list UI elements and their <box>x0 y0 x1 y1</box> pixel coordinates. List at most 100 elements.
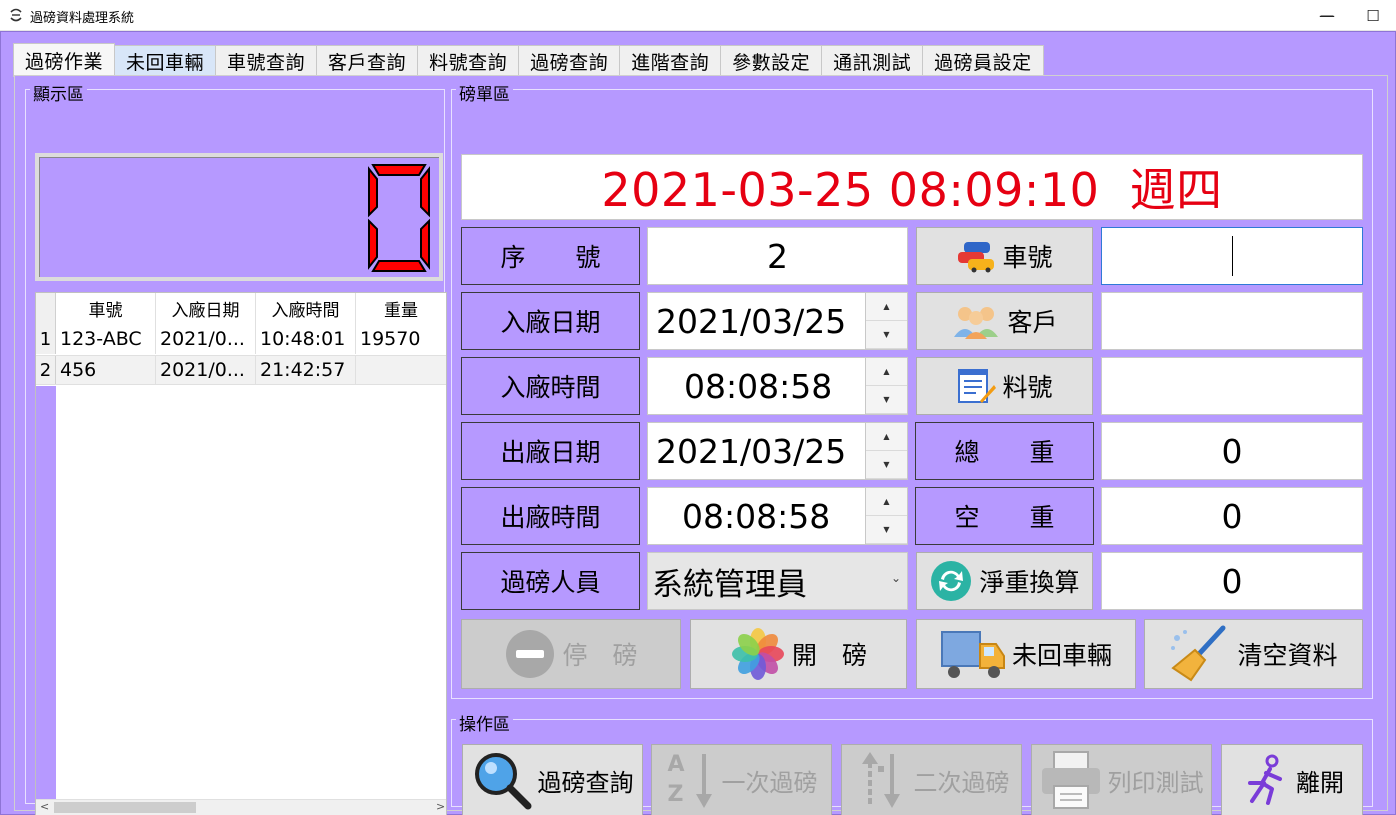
gross-weight-label: 總 重 <box>915 422 1094 480</box>
net-weight-button[interactable]: 淨重換算 <box>916 552 1093 610</box>
cars-icon <box>956 239 996 273</box>
tab-10[interactable]: 過磅員設定 <box>923 45 1044 77</box>
spin-up-icon[interactable]: ▲ <box>866 358 907 386</box>
window-title: 過磅資料處理系統 <box>30 11 135 26</box>
start-weigh-button[interactable]: 開 磅 <box>690 619 907 689</box>
in-date-picker[interactable]: 2021/03/25 ▲ ▼ <box>647 292 908 350</box>
col-plate[interactable]: 車號 <box>56 293 156 324</box>
operator-select[interactable]: 系統管理員 ⌄ <box>647 552 908 610</box>
spin-down-icon[interactable]: ▼ <box>866 386 907 414</box>
tab-5[interactable]: 料號查詢 <box>418 45 520 77</box>
search-icon <box>472 750 532 810</box>
print-test-label: 列印測試 <box>1107 768 1204 797</box>
exit-label: 離開 <box>1296 768 1344 797</box>
tab-6[interactable]: 過磅查詢 <box>519 45 621 77</box>
scroll-left-icon[interactable]: < <box>40 800 49 813</box>
material-input[interactable] <box>1101 357 1363 415</box>
customer-button-label: 客戶 <box>1007 308 1058 337</box>
operator-label: 過磅人員 <box>461 552 640 610</box>
cell-weight: 19570 <box>360 328 421 350</box>
display-area-label: 顯示區 <box>30 80 87 105</box>
app-icon <box>10 8 22 22</box>
seven-segment-digit <box>368 164 430 272</box>
grid-header: 車號 入廠日期 入廠時間 重量 <box>36 293 446 324</box>
chevron-down-icon[interactable]: ⌄ <box>891 571 901 585</box>
print-test-button[interactable]: 列印測試 <box>1031 744 1212 815</box>
unreturned-grid[interactable]: 車號 入廠日期 入廠時間 重量 1 123-ABC 2021/0... 10:4… <box>35 292 447 815</box>
first-weigh-button[interactable]: A Z 一次過磅 <box>651 744 832 815</box>
serial-field[interactable]: 2 <box>647 227 908 285</box>
sort-arrows-icon <box>854 750 908 810</box>
clear-data-button[interactable]: 清空資料 <box>1144 619 1363 689</box>
out-time-value: 08:08:58 <box>682 496 831 536</box>
list-edit-icon <box>956 367 997 405</box>
horizontal-scrollbar[interactable]: < > <box>36 799 446 815</box>
flower-icon <box>730 626 786 682</box>
truck-icon <box>940 626 1006 682</box>
stop-weigh-button[interactable]: 停 磅 <box>461 619 681 689</box>
spin-up-icon[interactable]: ▲ <box>866 423 907 451</box>
customers-icon <box>951 303 1001 339</box>
cell-plate: 123-ABC <box>56 324 156 354</box>
grid-corner <box>36 293 56 324</box>
out-time-spinner[interactable]: ▲ ▼ <box>865 488 907 544</box>
second-weigh-button[interactable]: 二次過磅 <box>841 744 1022 815</box>
weigh-query-button[interactable]: 過磅查詢 <box>462 744 643 815</box>
tare-weight-label: 空 重 <box>915 487 1094 545</box>
scroll-right-icon[interactable]: > <box>436 800 445 813</box>
refresh-icon <box>929 559 973 603</box>
cell-plate: 456 <box>56 356 156 384</box>
table-row[interactable]: 1 123-ABC 2021/0... 10:48:01 19570 <box>36 324 446 354</box>
title-bar: 過磅資料處理系統 — <box>0 0 1396 31</box>
cell-date: 2021/0... <box>156 324 256 354</box>
in-time-spinner[interactable]: ▲ ▼ <box>865 358 907 414</box>
weigh-query-label: 過磅查詢 <box>537 768 634 797</box>
tab-3[interactable]: 車號查詢 <box>216 45 318 77</box>
tab-2[interactable]: 未回車輛 <box>115 45 217 77</box>
az-top-text: A <box>667 752 685 777</box>
maximize-icon[interactable]: ☐ <box>1350 0 1396 31</box>
running-person-icon <box>1240 753 1290 807</box>
unreturned-vehicles-button[interactable]: 未回車輛 <box>916 619 1136 689</box>
plate-button[interactable]: 車號 <box>916 227 1093 285</box>
cell-date: 2021/0... <box>156 356 256 384</box>
first-weigh-label: 一次過磅 <box>721 768 818 797</box>
spin-down-icon[interactable]: ▼ <box>866 321 907 349</box>
stop-weigh-label: 停 磅 <box>562 641 638 670</box>
operation-area-label: 操作區 <box>456 710 513 735</box>
customer-button[interactable]: 客戶 <box>916 292 1093 350</box>
material-button[interactable]: 料號 <box>916 357 1093 415</box>
operator-value: 系統管理員 <box>652 566 807 603</box>
cell-weight <box>356 356 446 384</box>
col-in-time[interactable]: 入廠時間 <box>256 293 356 324</box>
in-time-label: 入廠時間 <box>461 357 640 415</box>
in-date-label: 入廠日期 <box>461 292 640 350</box>
tab-7[interactable]: 進階查詢 <box>620 45 722 77</box>
tab-4[interactable]: 客戶查詢 <box>317 45 419 77</box>
col-weight[interactable]: 重量 <box>356 293 446 324</box>
customer-input[interactable] <box>1101 292 1363 350</box>
text-cursor <box>1232 236 1233 276</box>
tab-content: 顯示區 0 車號 入廠日期 入廠時間 重量 <box>14 75 1388 815</box>
tab-8[interactable]: 參數設定 <box>721 45 823 77</box>
spin-down-icon[interactable]: ▼ <box>866 451 907 479</box>
scroll-thumb[interactable] <box>54 802 196 813</box>
out-time-picker[interactable]: 08:08:58 ▲ ▼ <box>647 487 908 545</box>
col-in-date[interactable]: 入廠日期 <box>156 293 256 324</box>
out-date-picker[interactable]: 2021/03/25 ▲ ▼ <box>647 422 908 480</box>
out-date-spinner[interactable]: ▲ ▼ <box>865 423 907 479</box>
spin-down-icon[interactable]: ▼ <box>866 516 907 544</box>
spin-up-icon[interactable]: ▲ <box>866 488 907 516</box>
exit-button[interactable]: 離開 <box>1221 744 1363 815</box>
table-row[interactable]: 2 456 2021/0... 21:42:57 <box>36 355 446 385</box>
spin-up-icon[interactable]: ▲ <box>866 293 907 321</box>
in-time-picker[interactable]: 08:08:58 ▲ ▼ <box>647 357 908 415</box>
second-weigh-label: 二次過磅 <box>913 768 1010 797</box>
scale-display: 0 <box>35 153 443 281</box>
plate-input[interactable] <box>1101 227 1363 285</box>
tab-9[interactable]: 通訊測試 <box>822 45 924 77</box>
unreturned-vehicles-label: 未回車輛 <box>1011 641 1112 670</box>
tab-strip: 過磅作業 未回車輛 車號查詢 客戶查詢 料號查詢 過磅查詢 進階查詢 參數設定 通訊測試 過磅員設… <box>13 43 1044 77</box>
in-date-spinner[interactable]: ▲ ▼ <box>865 293 907 349</box>
tab-1[interactable]: 過磅作業 <box>13 43 116 77</box>
